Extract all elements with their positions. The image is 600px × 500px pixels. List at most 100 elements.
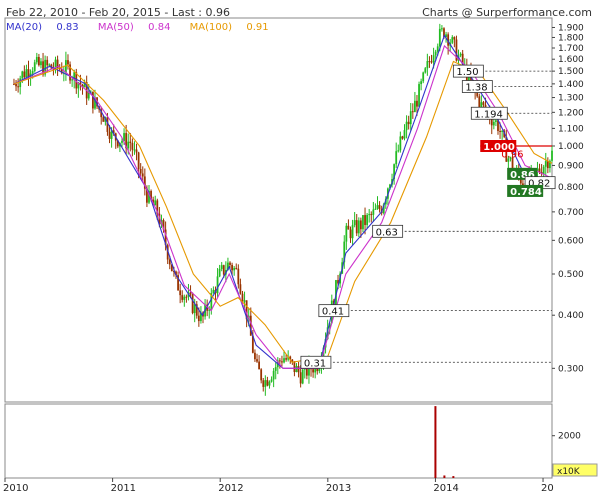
y-tick-label: 0.600: [558, 236, 584, 246]
candle-body: [243, 300, 246, 302]
candle-body: [216, 276, 219, 294]
y-tick-label: 1.200: [558, 108, 584, 118]
candle-body: [189, 292, 192, 295]
candle-body: [254, 352, 256, 360]
candle-body: [285, 358, 287, 360]
candle-body: [212, 289, 215, 293]
candle-body: [262, 380, 265, 387]
candle-body: [407, 121, 410, 125]
level-label: 0.63: [376, 227, 398, 238]
candle-body: [260, 369, 263, 381]
candle-body: [424, 68, 427, 73]
candle-body: [268, 381, 271, 386]
y-tick-label: 1.400: [558, 80, 584, 90]
candle-body: [364, 215, 366, 225]
candle-body: [231, 264, 233, 271]
y-tick-label: 1.300: [558, 94, 584, 104]
candle-body: [278, 360, 281, 362]
candle-body: [413, 100, 416, 113]
candle-body: [416, 100, 418, 107]
candle-body: [295, 365, 298, 373]
candle-body: [218, 268, 221, 277]
candle-body: [15, 84, 17, 87]
candle-body: [133, 149, 136, 151]
x-tick-label: 2011: [111, 483, 136, 494]
candle-body: [399, 136, 402, 151]
candle-body: [409, 111, 412, 125]
candle-body: [357, 220, 360, 234]
candle-body: [237, 268, 240, 285]
candle-body: [71, 79, 74, 81]
candle-body: [482, 102, 485, 105]
level-label: 1.194: [474, 109, 503, 120]
candle-body: [25, 69, 28, 78]
candle-body: [23, 71, 26, 78]
volume-bar: [452, 476, 455, 478]
candle-body: [438, 28, 441, 47]
candle-body: [351, 225, 354, 239]
candle-body: [108, 131, 111, 139]
candle-body: [19, 78, 22, 88]
level-label: 0.784: [510, 187, 542, 198]
candle-body: [135, 149, 138, 153]
y-tick-label: 0.500: [558, 270, 584, 280]
candle-body: [366, 214, 369, 225]
candle-body: [40, 61, 42, 66]
candle-body: [428, 61, 431, 63]
candle-body: [436, 46, 439, 52]
volume-panel-frame: [4, 403, 553, 479]
candle-body: [264, 380, 267, 387]
candle-body: [432, 55, 435, 63]
candle-body: [434, 51, 437, 56]
candle-body: [411, 111, 414, 113]
volume-unit-label: x10K: [557, 467, 581, 477]
candle-body: [235, 267, 238, 269]
x-tick-label: 2014: [433, 483, 458, 494]
candle-body: [403, 130, 406, 139]
y-tick-label: 1.100: [558, 124, 584, 134]
y-tick-label: 1.500: [558, 67, 584, 77]
x-tick-label: 2010: [3, 483, 28, 494]
candle-body: [137, 152, 140, 169]
candle-body: [121, 140, 123, 143]
candle-body: [139, 168, 142, 174]
candle-body: [347, 225, 350, 230]
price-chart: 1.9001.8001.7001.600 1.500 1.400 1.300 1.200…: [3, 17, 598, 494]
candle-body: [372, 209, 375, 215]
candle-body: [183, 296, 186, 300]
candle-body: [368, 214, 371, 216]
candle-body: [495, 120, 497, 122]
candle-body: [181, 295, 184, 300]
candle-body: [129, 141, 132, 144]
y-tick-label: 1.600: [558, 55, 584, 65]
candle-body: [397, 150, 400, 152]
y-tick-label: 1.900: [558, 23, 584, 33]
y-tick-label: 0.700: [558, 208, 584, 218]
candle-body: [256, 359, 258, 362]
candle-body: [395, 151, 398, 165]
x-tick-label: 2012: [218, 483, 243, 494]
candle-body: [401, 136, 404, 139]
candle-body: [293, 361, 296, 373]
volume-bar: [434, 406, 437, 478]
candle-body: [376, 205, 379, 209]
level-label: 0.31: [304, 358, 326, 369]
candle-body: [274, 367, 277, 371]
candle-body: [92, 91, 94, 109]
candle-body: [297, 365, 300, 373]
candle-body: [48, 64, 51, 66]
candle-body: [185, 296, 188, 298]
candle-body: [220, 265, 223, 269]
y-tick-label: 0.900: [558, 161, 584, 171]
volume-y-tick-label: 2000: [558, 432, 581, 442]
volume-bar: [443, 475, 446, 478]
candle-body: [551, 150, 553, 161]
candle-body: [17, 86, 20, 88]
candle-body: [430, 61, 433, 63]
y-tick-label: 0.800: [558, 183, 584, 193]
candle-body: [191, 294, 194, 314]
candle-body: [21, 71, 24, 79]
level-label: 0.96: [501, 150, 523, 161]
candle-body: [229, 262, 231, 265]
candle-body: [31, 71, 34, 74]
